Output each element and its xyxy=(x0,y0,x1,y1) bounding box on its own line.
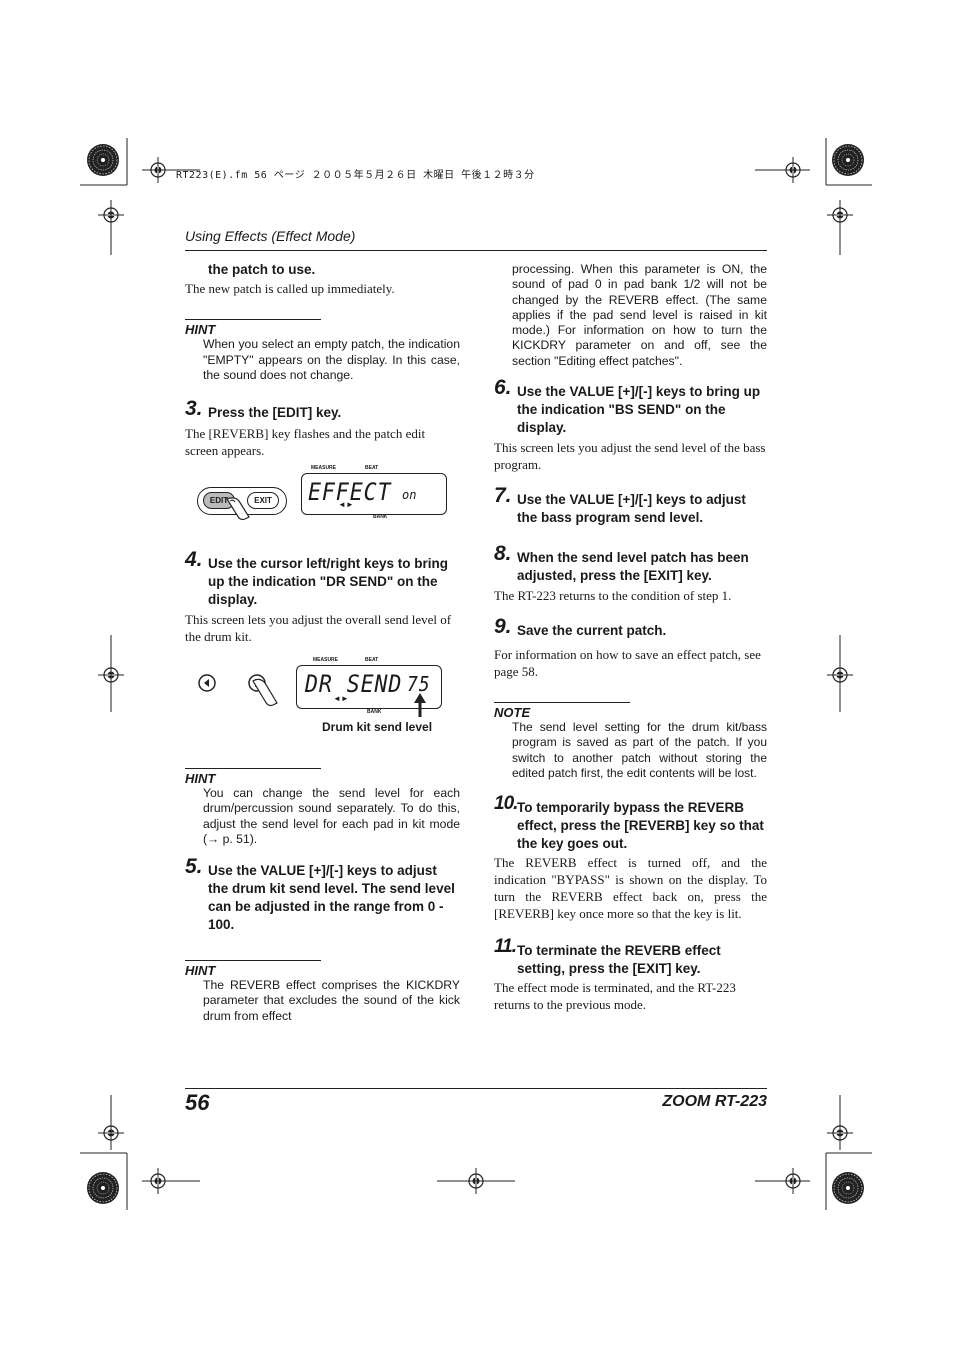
step-7-title: 7. Use the VALUE [+]/[-] keys to adjust … xyxy=(494,485,767,527)
pointer-arrow-icon xyxy=(414,692,426,717)
hint-label: HINT xyxy=(185,319,321,337)
step-title-text: Use the VALUE [+]/[-] keys to adjust the… xyxy=(517,492,746,526)
step-number: 6. xyxy=(494,376,512,400)
print-header-info: RT223(E).fm 56 ページ ２００５年５月２６日 木曜日 午後１２時３… xyxy=(176,170,535,181)
step-number: 9. xyxy=(494,615,512,639)
intro-body: The new patch is called up immediately. xyxy=(185,281,395,296)
product-name: ZOOM RT-223 xyxy=(662,1093,767,1110)
figure-dr-send-display: MEASURE BEAT DR SEND 75 ◄► BANK Drum kit… xyxy=(185,655,460,743)
cursor-right-key-icon[interactable] xyxy=(247,673,281,711)
hint-text: When you select an empty patch, the indi… xyxy=(203,337,460,382)
step-number: 10. xyxy=(494,793,518,815)
measure-label: MEASURE xyxy=(311,464,337,471)
step-10-title: 10. To temporarily bypass the REVERB eff… xyxy=(494,794,767,853)
step-11-body: The effect mode is terminated, and the R… xyxy=(494,980,736,1013)
note-text: The send level setting for the drum kit/… xyxy=(512,720,767,780)
bank-label: BANK xyxy=(367,708,382,715)
hint-continuation-text: processing. When this parameter is ON, t… xyxy=(512,262,767,368)
step-8-body: The RT-223 returns to the condition of s… xyxy=(494,588,732,604)
right-column: processing. When this parameter is ON, t… xyxy=(494,262,767,1013)
step-6-title: 6. Use the VALUE [+]/[-] keys to bring u… xyxy=(494,377,767,437)
lcd-main-text: DR SEND xyxy=(305,669,403,698)
measure-label: MEASURE xyxy=(313,656,339,663)
step-9-title: 9. Save the current patch. xyxy=(494,616,767,640)
note-label: NOTE xyxy=(494,702,630,720)
lcd-value-text: on xyxy=(402,487,417,502)
step-3-title: 3. Press the [EDIT] key. xyxy=(185,398,460,422)
hint-label: HINT xyxy=(185,767,321,786)
running-head: Using Effects (Effect Mode) xyxy=(185,228,356,244)
page-number: 56 xyxy=(185,1090,210,1115)
starburst-mark-bottom-right xyxy=(831,1171,865,1205)
step-11-title: 11. To terminate the REVERB effect setti… xyxy=(494,937,767,978)
cursor-arrows-icon: ◄► xyxy=(333,693,349,703)
step-9-body: For information on how to save an effect… xyxy=(494,647,761,680)
step-4-title: 4. Use the cursor left/right keys to bri… xyxy=(185,549,460,609)
step-number: 11. xyxy=(494,936,517,958)
step-title-text: To terminate the REVERB effect setting, … xyxy=(517,943,721,977)
starburst-mark-top-left xyxy=(86,143,120,177)
step-title-text: When the send level patch has been adjus… xyxy=(517,550,749,584)
step-number: 4. xyxy=(185,547,203,571)
step-10-body: The REVERB effect is turned off, and the… xyxy=(494,855,767,922)
step-title-text: Use the VALUE [+]/[-] keys to bring up t… xyxy=(517,384,761,436)
starburst-mark-bottom-left xyxy=(86,1171,120,1205)
hint-text: The REVERB effect comprises the KICKDRY … xyxy=(203,977,460,1023)
step-6-body: This screen lets you adjust the send lev… xyxy=(494,440,766,473)
step-number: 5. xyxy=(185,854,203,878)
figure-caption: Drum kit send level xyxy=(322,719,433,734)
step-title-text: Press the [EDIT] key. xyxy=(208,404,342,420)
step-title-text: Save the current patch. xyxy=(517,623,667,639)
cursor-arrows-icon: ◄► xyxy=(338,499,354,509)
hint-box: HINT When you select an empty patch, the… xyxy=(185,319,460,384)
step-number: 3. xyxy=(185,396,203,420)
left-column: the patch to use. The new patch is calle… xyxy=(185,262,460,1024)
hint-box: HINT The REVERB effect comprises the KIC… xyxy=(185,959,460,1025)
hint-text: You can change the send level for each d… xyxy=(203,785,460,847)
printer-crop-marks xyxy=(80,138,872,1210)
lcd-display: EFFECT on ◄► xyxy=(301,472,447,515)
step-5-title: 5. Use the VALUE [+]/[-] keys to adjust … xyxy=(185,856,460,934)
step-number: 7. xyxy=(494,484,512,508)
beat-label: BEAT xyxy=(365,464,379,471)
hint-label: HINT xyxy=(185,959,321,978)
step-title-text: To temporarily bypass the REVERB effect,… xyxy=(517,800,764,852)
note-box: NOTE The send level setting for the drum… xyxy=(494,702,767,781)
step-8-title: 8. When the send level patch has been ad… xyxy=(494,543,767,585)
step-title-text: Use the VALUE [+]/[-] keys to adjust the… xyxy=(208,862,455,932)
step-number: 8. xyxy=(494,542,512,566)
pressing-finger-icon xyxy=(226,496,250,520)
bank-label: BANK xyxy=(373,513,388,520)
figure-effect-display: EDIT EXIT MEASURE BEAT EFFECT on ◄► BANK xyxy=(185,465,460,547)
beat-label: BEAT xyxy=(365,656,379,663)
header-rule xyxy=(185,250,767,251)
step-4-body: This screen lets you adjust the overall … xyxy=(185,611,452,644)
intro-bold: the patch to use. xyxy=(208,262,316,277)
footer-rule xyxy=(185,1088,767,1089)
starburst-mark-top-right xyxy=(831,143,865,177)
step-title-text: Use the cursor left/right keys to bring … xyxy=(208,555,449,607)
step-3-body: The [REVERB] key flashes and the patch e… xyxy=(185,425,426,458)
hint-box: HINT You can change the send level for e… xyxy=(185,767,460,848)
cursor-left-key-icon[interactable] xyxy=(197,673,219,695)
